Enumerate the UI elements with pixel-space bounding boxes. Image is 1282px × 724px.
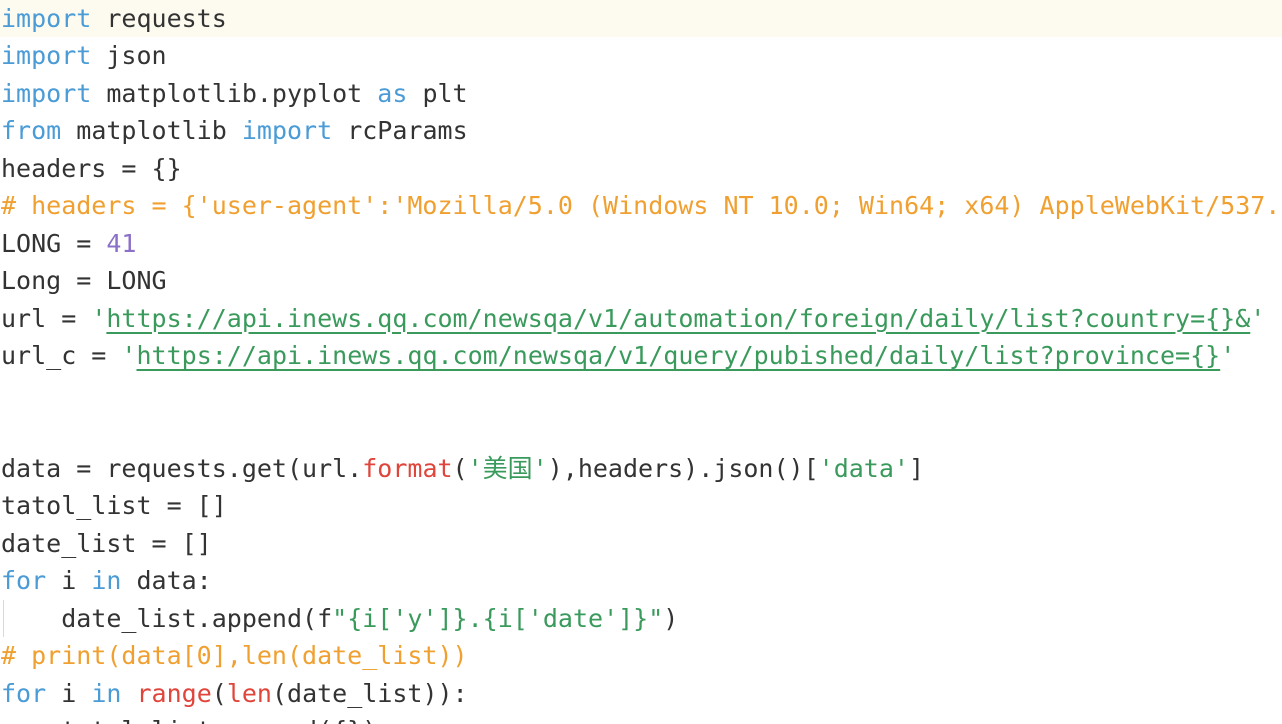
code-line[interactable]: # print(data[0],len(date_list))	[0, 637, 1282, 675]
code-token: from	[1, 116, 62, 145]
code-token: matplotlib	[61, 116, 242, 145]
code-token: in	[91, 678, 122, 708]
code-token: ),headers).json()[	[547, 453, 819, 483]
code-token: date_list.append(f	[1, 603, 333, 633]
code-token: )	[663, 603, 679, 633]
code-token: '	[1250, 303, 1266, 333]
code-token: tatol_list = []	[1, 491, 227, 520]
code-token: i	[46, 678, 92, 708]
code-token: '美国'	[467, 453, 548, 483]
code-token: https://api.inews.qq.com/newsqa/v1/query…	[136, 341, 1221, 370]
code-token: # headers = {'user-agent':'Mozilla/5.0 (…	[1, 191, 1281, 220]
code-token: data = requests.get(url.	[1, 453, 363, 483]
code-line[interactable]: Long = LONG	[0, 262, 1282, 300]
code-token: json	[91, 41, 167, 70]
code-token: import	[241, 116, 333, 145]
code-token: data:	[121, 566, 212, 595]
code-token: for	[1, 566, 47, 595]
code-line[interactable]: LONG = 41	[0, 225, 1282, 263]
code-token: https://api.inews.qq.com/newsqa/v1/autom…	[106, 303, 1251, 333]
code-line[interactable]: for i in range(len(date_list)):	[0, 675, 1282, 713]
code-line[interactable]: tatol_list.append({})	[0, 712, 1282, 724]
code-token: for	[1, 678, 47, 708]
code-line[interactable]: from matplotlib import rcParams	[0, 112, 1282, 150]
code-token: import	[1, 3, 92, 33]
code-token: plt	[407, 78, 468, 108]
code-line[interactable]: import matplotlib.pyplot as plt	[0, 75, 1282, 113]
code-editor[interactable]: import requests import json import matplot…	[0, 0, 1282, 724]
code-token: "{i['y']}.{i['date']}"	[332, 603, 664, 633]
code-token: LONG =	[1, 228, 107, 258]
code-line[interactable]: date_list.append(f"{i['y']}.{i['date']}"…	[0, 599, 1282, 637]
code-token: len	[226, 678, 272, 708]
code-token: '	[91, 303, 107, 333]
code-token: tatol_list.append({})	[1, 716, 377, 724]
code-token: date_list = []	[1, 528, 212, 558]
code-token: # print(data[0],len(date_list))	[1, 641, 468, 670]
code-token: headers = {}	[1, 153, 182, 183]
code-token: Long = LONG	[1, 266, 167, 295]
code-line[interactable]: date_list = []	[0, 525, 1282, 563]
code-token: 41	[106, 228, 137, 258]
code-line[interactable]: import json	[0, 37, 1282, 75]
code-line[interactable]: # headers = {'user-agent':'Mozilla/5.0 (…	[0, 187, 1282, 225]
code-token: (	[452, 453, 468, 483]
code-token: format	[362, 453, 453, 483]
code-token: import	[1, 78, 92, 108]
code-line[interactable]	[0, 412, 1282, 450]
code-token: (date_list)):	[271, 678, 468, 708]
code-token: url =	[1, 303, 92, 333]
code-token: rcParams	[332, 116, 468, 145]
code-line[interactable]: tatol_list = []	[0, 487, 1282, 525]
code-line[interactable]: import requests	[0, 0, 1282, 37]
code-line[interactable]: data = requests.get(url.format('美国'),hea…	[0, 450, 1282, 488]
code-token: (	[211, 678, 227, 708]
code-token: import	[1, 41, 92, 70]
code-token: 'data'	[818, 453, 909, 483]
code-token: range	[136, 678, 212, 708]
code-line[interactable]: url_c = 'https://api.inews.qq.com/newsqa…	[0, 337, 1282, 375]
code-token: in	[91, 566, 122, 595]
code-token: as	[377, 78, 408, 108]
code-token: ]	[908, 453, 925, 483]
indent-guide	[3, 599, 4, 637]
code-token: '	[121, 341, 137, 370]
code-token: '	[1220, 341, 1236, 370]
code-token: requests	[91, 3, 227, 33]
code-line[interactable]	[0, 375, 1282, 413]
code-token: url_c =	[1, 341, 122, 370]
code-line[interactable]: for i in data:	[0, 562, 1282, 600]
code-line[interactable]: url = 'https://api.inews.qq.com/newsqa/v…	[0, 300, 1282, 338]
code-line[interactable]: headers = {}	[0, 150, 1282, 188]
code-token: matplotlib.pyplot	[91, 78, 378, 108]
code-token: i	[46, 566, 92, 595]
